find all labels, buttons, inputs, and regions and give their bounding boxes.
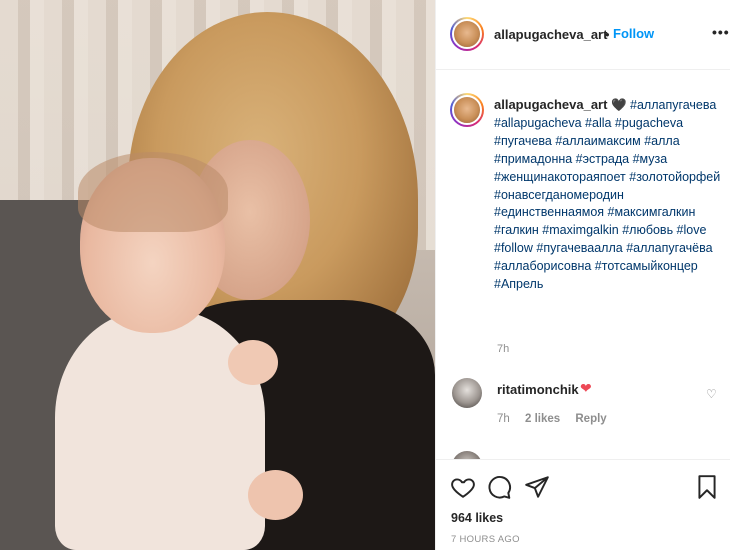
author-avatar[interactable] (450, 17, 484, 51)
post-side-panel: allapugacheva_art • Follow ••• allapugac… (435, 0, 730, 550)
author-username[interactable]: allapugacheva_art (494, 27, 607, 42)
photo-baby-hand (248, 470, 303, 520)
bookmark-icon[interactable] (694, 474, 720, 500)
caption-time: 7h (497, 343, 510, 355)
comments-section[interactable]: allapugacheva_art 🖤 #аллапугачева #allap… (436, 71, 730, 459)
follow-button[interactable]: Follow (613, 26, 654, 41)
comment-likes-count[interactable]: 2 likes (525, 413, 560, 425)
post-header: allapugacheva_art • Follow ••• (436, 0, 730, 70)
red-heart-emoji: ❤ (580, 380, 592, 396)
post-timestamp[interactable]: 7 HOURS AGO (451, 534, 520, 545)
paper-plane-icon[interactable] (524, 474, 550, 500)
caption-avatar[interactable] (450, 93, 484, 127)
commenter-username[interactable]: ritatimonchik (497, 382, 579, 397)
heart-outline-icon[interactable] (450, 474, 476, 500)
next-commenter-avatar[interactable] (452, 451, 482, 459)
post-photo[interactable] (0, 0, 435, 550)
comment-bubble-icon[interactable] (486, 474, 512, 500)
black-heart-icon: 🖤 (610, 98, 627, 112)
caption-text: allapugacheva_art 🖤 #аллапугачева #allap… (494, 96, 724, 294)
header-separator: • (605, 27, 610, 42)
photo-baby-hand (228, 340, 278, 385)
photo-baby-hair (78, 152, 228, 232)
commenter-avatar[interactable] (452, 378, 482, 408)
caption-username[interactable]: allapugacheva_art (494, 97, 607, 112)
reply-button[interactable]: Reply (575, 413, 606, 425)
more-options-icon[interactable]: ••• (712, 24, 730, 40)
comment-like-icon[interactable]: ♡ (706, 387, 717, 401)
likes-count[interactable]: 964 likes (451, 511, 503, 525)
post-actions: 964 likes 7 HOURS AGO (436, 459, 730, 550)
caption-hashtags[interactable]: #аллапугачева #allapugacheva #alla #puga… (494, 98, 720, 291)
comment-time: 7h (497, 413, 510, 425)
comment-meta: 7h 2 likes Reply (497, 413, 619, 425)
photo-baby-body (55, 310, 265, 550)
